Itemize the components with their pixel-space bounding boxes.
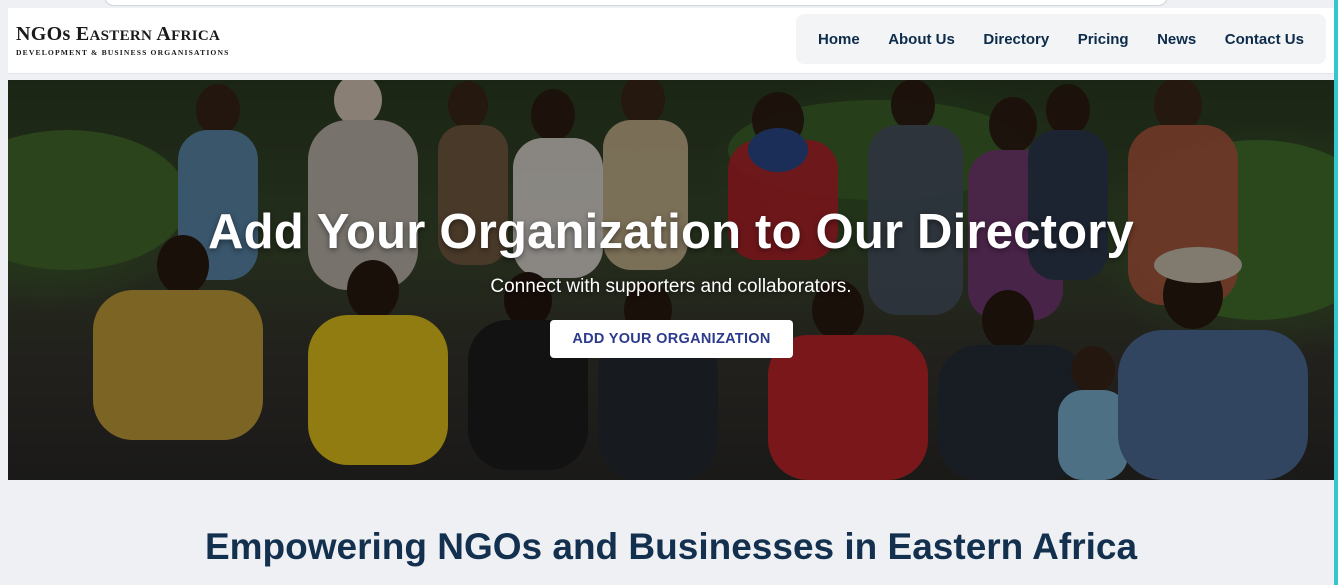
hero-title: Add Your Organization to Our Directory — [208, 205, 1134, 259]
site-logo[interactable]: NGOs EASTERN AFRICA Development & Busine… — [16, 24, 238, 58]
nav-home[interactable]: Home — [818, 31, 860, 48]
nav-news[interactable]: News — [1157, 31, 1196, 48]
nav-directory[interactable]: Directory — [983, 31, 1049, 48]
nav-about-us[interactable]: About Us — [888, 31, 955, 48]
window-frame-edge — [1334, 0, 1338, 585]
add-organization-button[interactable]: ADD YOUR ORGANIZATION — [550, 320, 793, 358]
nav-pricing[interactable]: Pricing — [1078, 31, 1129, 48]
nav-contact-us[interactable]: Contact Us — [1225, 31, 1304, 48]
logo-subtitle: Development & Business Organisations — [16, 48, 230, 57]
site-header: NGOs EASTERN AFRICA Development & Busine… — [8, 8, 1334, 74]
section-title: Empowering NGOs and Businesses in Easter… — [204, 526, 1138, 567]
hero-subtitle: Connect with supporters and collaborator… — [490, 276, 852, 297]
browser-address-bar[interactable] — [104, 0, 1168, 6]
main-nav: Home About Us Directory Pricing News Con… — [796, 14, 1326, 64]
logo-title: NGOs EASTERN AFRICA — [16, 23, 221, 45]
hero-banner: Add Your Organization to Our Directory C… — [8, 80, 1334, 480]
browser-top-strip — [0, 0, 1338, 8]
